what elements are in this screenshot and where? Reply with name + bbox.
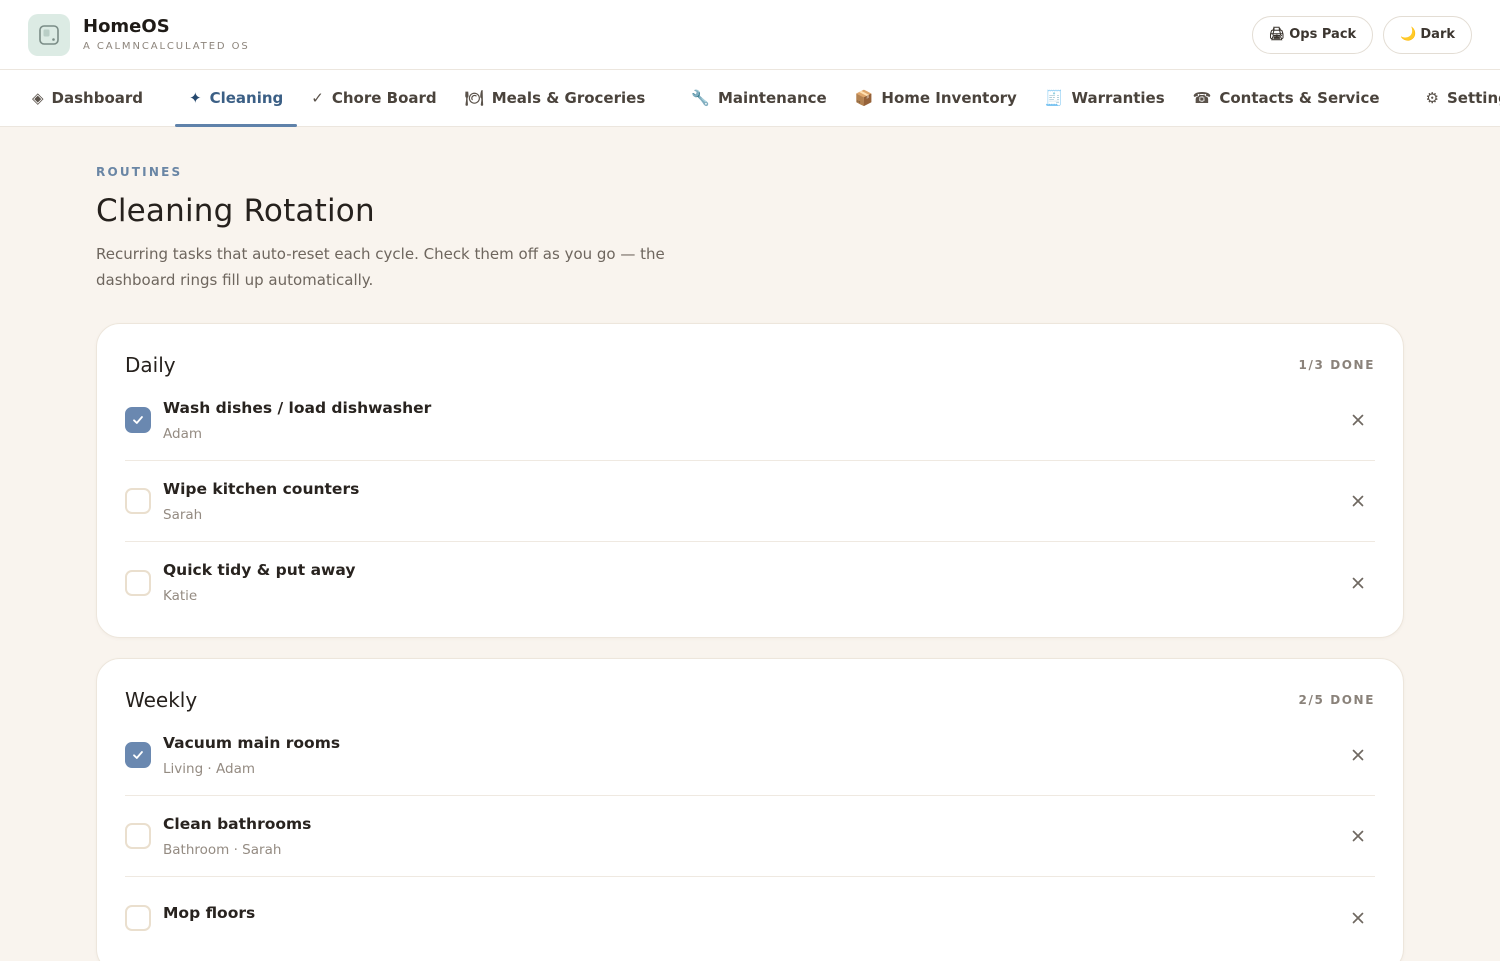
tab-label: Settings	[1446, 89, 1500, 107]
check-icon	[133, 751, 143, 759]
tab-contacts-service[interactable]: ☎ Contacts & Service	[1179, 70, 1394, 126]
phone-icon: ☎	[1192, 89, 1212, 107]
tab-label: Cleaning	[209, 89, 284, 107]
task-row: Quick tidy & put away Katie	[125, 542, 1375, 623]
tab-warranties[interactable]: 🧾 Warranties	[1031, 70, 1179, 126]
tab-label: Meals & Groceries	[491, 89, 646, 107]
page-subtitle: Recurring tasks that auto-reset each cyc…	[96, 245, 665, 289]
close-icon	[1352, 495, 1364, 507]
section-eyebrow: ROUTINES	[96, 165, 183, 179]
task-name: Wash dishes / load dishwasher	[163, 398, 432, 417]
tab-maintenance[interactable]: 🔧 Maintenance	[677, 70, 840, 126]
remove-task-button[interactable]	[1345, 742, 1371, 768]
plate-icon: 🍽	[464, 89, 484, 107]
close-icon	[1352, 749, 1364, 761]
remove-task-button[interactable]	[1345, 407, 1371, 433]
ops-pack-button[interactable]: 🖨 Ops Pack	[1251, 15, 1374, 54]
task-name: Mop floors	[163, 904, 256, 922]
tab-home-inventory[interactable]: 📦 Home Inventory	[841, 70, 1031, 126]
task-row: Clean bathrooms Bathroom · Sarah	[125, 796, 1375, 877]
task-checkbox[interactable]	[125, 407, 151, 433]
dark-mode-button[interactable]: 🌙 Dark	[1383, 15, 1472, 54]
done-count: 1/3 DONE	[1298, 358, 1375, 372]
top-bar: HomeOS A CALMNCALCULATED OS 🖨 Ops Pack 🌙…	[0, 0, 1500, 70]
package-icon: 📦	[854, 89, 874, 107]
app-name: HomeOS	[83, 16, 170, 38]
remove-task-button[interactable]	[1345, 570, 1371, 596]
task-assignee: Katie	[163, 588, 198, 604]
task-name: Wipe kitchen counters	[163, 479, 360, 498]
page-title: Cleaning Rotation	[96, 193, 375, 229]
tab-label: Chore Board	[331, 89, 437, 107]
tab-label: Contacts & Service	[1219, 89, 1380, 107]
main-content: ROUTINES Cleaning Rotation Recurring tas…	[0, 127, 1500, 961]
task-name: Clean bathrooms	[163, 814, 312, 833]
card-title: Daily	[125, 353, 176, 377]
app-tagline: A CALMNCALCULATED OS	[83, 40, 250, 52]
remove-task-button[interactable]	[1345, 823, 1371, 849]
tab-chore-board[interactable]: ✓ Chore Board	[297, 70, 450, 126]
task-row: Mop floors	[125, 877, 1375, 958]
done-count: 2/5 DONE	[1298, 693, 1375, 707]
task-checkbox[interactable]	[125, 742, 151, 768]
task-name: Quick tidy & put away	[163, 561, 356, 579]
task-room-assignee: Living · Adam	[163, 760, 256, 777]
sparkle-icon: ✦	[189, 89, 202, 107]
moon-icon: 🌙	[1400, 27, 1417, 42]
task-room-assignee: Bathroom · Sarah	[163, 841, 282, 858]
remove-task-button[interactable]	[1345, 488, 1371, 514]
tab-label: Maintenance	[717, 89, 827, 107]
tab-label: Warranties	[1071, 89, 1165, 107]
task-row: Vacuum main rooms Living · Adam	[125, 715, 1375, 796]
close-icon	[1352, 912, 1364, 923]
tab-label: Home Inventory	[881, 89, 1017, 107]
main-nav: ◈ Dashboard ✦ Cleaning ✓ Chore Board 🍽 M…	[0, 70, 1500, 127]
gear-icon: ⚙	[1425, 89, 1439, 107]
task-checkbox[interactable]	[125, 904, 151, 931]
check-icon	[133, 416, 143, 424]
remove-task-button[interactable]	[1345, 905, 1371, 931]
brand[interactable]: HomeOS A CALMNCALCULATED OS	[28, 13, 250, 56]
checkmark-icon: ✓	[311, 89, 324, 107]
ops-pack-label: Ops Pack	[1289, 27, 1357, 42]
close-icon	[1352, 577, 1364, 588]
task-assignee: Adam	[163, 425, 202, 442]
close-icon	[1352, 414, 1364, 426]
close-icon	[1352, 830, 1364, 842]
task-row: Wash dishes / load dishwasher Adam	[125, 380, 1375, 461]
task-checkbox[interactable]	[125, 488, 151, 514]
diamond-icon: ◈	[32, 89, 44, 107]
tab-cleaning[interactable]: ✦ Cleaning	[175, 70, 298, 127]
wrench-icon: 🔧	[691, 89, 710, 107]
task-name: Vacuum main rooms	[163, 733, 341, 752]
tab-label: Dashboard	[51, 89, 144, 107]
printer-icon: 🖨	[1268, 27, 1286, 42]
tab-meals-groceries[interactable]: 🍽 Meals & Groceries	[451, 70, 660, 126]
dark-mode-label: Dark	[1420, 27, 1455, 42]
task-row: Wipe kitchen counters Sarah	[125, 461, 1375, 542]
tab-settings[interactable]: ⚙ Settings	[1412, 70, 1500, 126]
task-checkbox[interactable]	[125, 823, 151, 849]
weekly-card: Weekly 2/5 DONE Vacuum main rooms Living…	[96, 658, 1404, 961]
task-assignee: Sarah	[163, 506, 203, 523]
receipt-icon: 🧾	[1044, 89, 1064, 107]
task-checkbox[interactable]	[125, 569, 151, 596]
home-logo-icon	[28, 13, 70, 56]
tab-dashboard[interactable]: ◈ Dashboard	[18, 70, 157, 126]
card-title: Weekly	[125, 688, 198, 712]
daily-card: Daily 1/3 DONE Wash dishes / load dishwa…	[96, 323, 1404, 638]
